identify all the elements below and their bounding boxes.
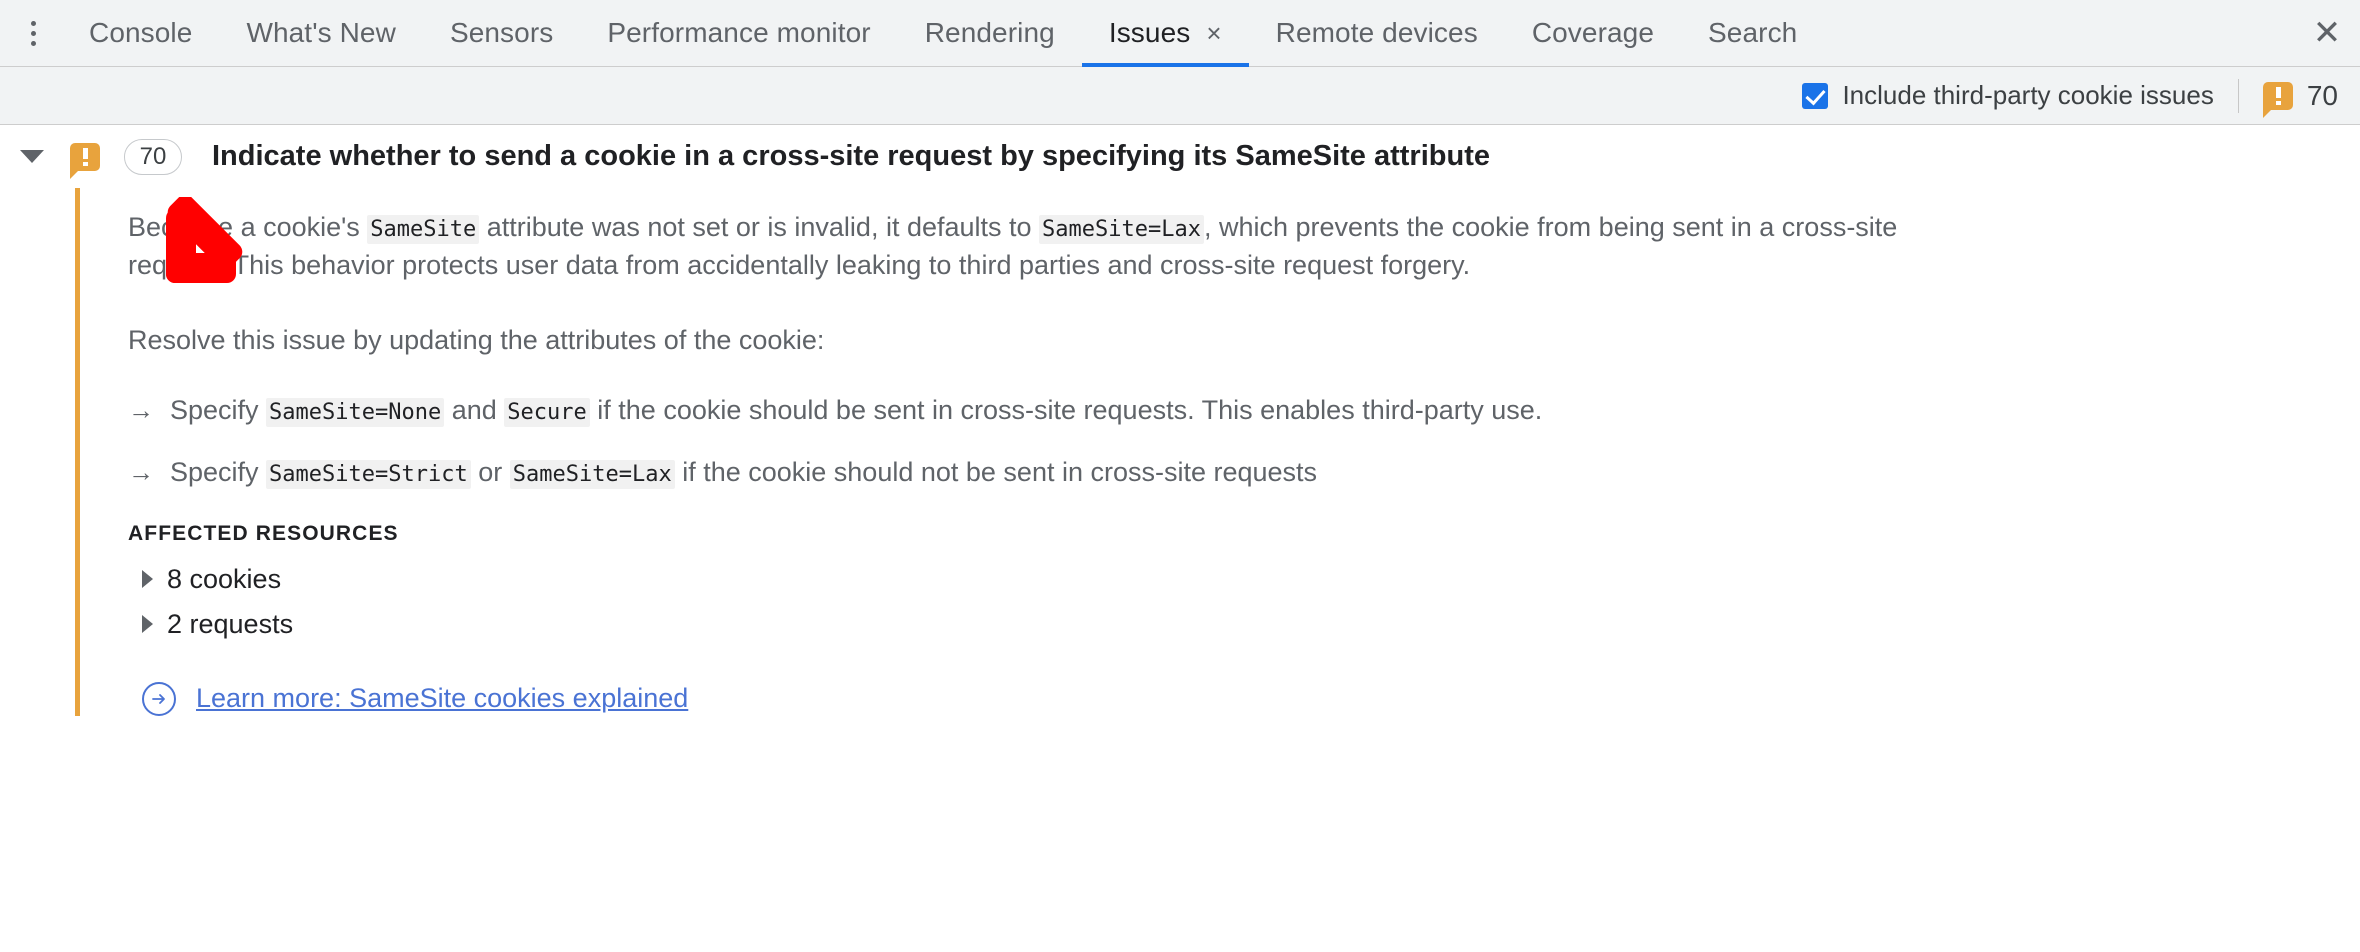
tab-search[interactable]: Search <box>1681 0 1824 67</box>
issue-title: Indicate whether to send a cookie in a c… <box>212 140 1490 172</box>
resolution-list: → Specify SameSite=None and Secure if th… <box>128 394 2360 489</box>
bullet0-text-1: Specify <box>170 394 267 425</box>
tab-coverage[interactable]: Coverage <box>1505 0 1681 67</box>
issue-header[interactable]: 70 Indicate whether to send a cookie in … <box>0 125 2360 188</box>
tab-sensors[interactable]: Sensors <box>423 0 580 67</box>
bullet1-text-1: Specify <box>170 456 267 487</box>
tab-label: Remote devices <box>1275 17 1478 48</box>
arrow-right-icon: → <box>128 394 154 425</box>
arrow-right-icon: → <box>128 456 154 487</box>
tab-remote-devices[interactable]: Remote devices <box>1249 0 1505 67</box>
bubble-tail <box>2262 108 2272 118</box>
bubble-tail <box>70 169 79 179</box>
learn-more-row[interactable]: Learn more: SameSite cookies explained <box>128 681 2360 716</box>
tab-whats-new[interactable]: What's New <box>219 0 423 67</box>
resolution-item-text: Specify SameSite=None and Secure if the … <box>170 394 1543 427</box>
desc-text-2: attribute was not set or is invalid, it … <box>479 212 1040 242</box>
code-samesite: SameSite <box>367 215 480 244</box>
tab-rendering[interactable]: Rendering <box>898 0 1082 67</box>
bullet1-text-3: if the cookie should not be sent in cros… <box>674 456 1318 487</box>
chevron-right-icon[interactable] <box>142 570 153 589</box>
affected-resource-cookies[interactable]: 8 cookies <box>128 564 2360 595</box>
affected-resource-requests[interactable]: 2 requests <box>128 609 2360 640</box>
tab-label: Sensors <box>449 17 554 48</box>
circle-arrow-right-icon <box>142 681 176 716</box>
code-secure: Secure <box>504 397 590 427</box>
dot <box>30 30 36 36</box>
more-vertical-icon[interactable] <box>10 10 56 56</box>
dot <box>30 20 36 26</box>
devtools-tabbar: Console What's New Sensors Performance m… <box>0 0 2360 67</box>
issue-description-paragraph: Because a cookie's SameSite attribute wa… <box>128 208 1978 285</box>
issue-entry: 70 Indicate whether to send a cookie in … <box>0 125 2360 716</box>
affected-resource-label: 2 requests <box>167 608 294 639</box>
tab-performance-monitor[interactable]: Performance monitor <box>580 0 897 67</box>
include-third-party-cookie-issues-checkbox[interactable]: Include third-party cookie issues <box>1802 80 2214 111</box>
tab-label: Console <box>89 17 193 48</box>
affected-resource-label: 8 cookies <box>167 563 282 594</box>
issue-count-badge: 70 <box>124 138 182 175</box>
desc-text-1: Because a cookie's <box>128 212 368 242</box>
tab-label: What's New <box>246 17 396 48</box>
warning-speech-bubble-icon <box>70 142 100 179</box>
code-samesite-lax-2: SameSite=Lax <box>509 459 675 489</box>
close-icon[interactable]: ✕ <box>2294 0 2360 67</box>
code-samesite-lax: SameSite=Lax <box>1039 215 1204 244</box>
tab-label: Rendering <box>924 17 1055 48</box>
tab-label: Performance monitor <box>607 17 871 48</box>
affected-resources-heading: AFFECTED RESOURCES <box>128 521 399 545</box>
checkbox-box[interactable] <box>1802 82 1829 109</box>
issue-count-value: 70 <box>2306 79 2338 111</box>
resolution-item-none-secure: → Specify SameSite=None and Secure if th… <box>128 394 2360 427</box>
tab-label: Search <box>1708 17 1798 48</box>
bullet0-text-2: and <box>444 394 505 425</box>
tab-close-icon[interactable]: × <box>1206 20 1221 46</box>
toolbar-divider <box>2237 78 2239 113</box>
issue-resolution-paragraph: Resolve this issue by updating the attri… <box>128 324 825 355</box>
code-samesite-none: SameSite=None <box>266 397 445 427</box>
issue-count-group: 70 <box>2262 79 2338 118</box>
issues-toolbar: Include third-party cookie issues 70 <box>0 67 2360 125</box>
dot <box>30 40 36 46</box>
tab-label: Coverage <box>1531 17 1655 48</box>
resolution-item-strict-lax: → Specify SameSite=Strict or SameSite=La… <box>128 456 2360 489</box>
chevron-down-icon[interactable] <box>20 150 44 163</box>
checkbox-label: Include third-party cookie issues <box>1842 80 2214 110</box>
resolution-item-text: Specify SameSite=Strict or SameSite=Lax … <box>170 456 1318 489</box>
tab-label: Issues <box>1108 17 1191 48</box>
chevron-right-icon[interactable] <box>142 615 153 634</box>
code-samesite-strict: SameSite=Strict <box>266 459 471 489</box>
bullet1-text-2: or <box>470 456 510 487</box>
learn-more-link[interactable]: Learn more: SameSite cookies explained <box>196 683 688 714</box>
warning-speech-bubble-icon <box>2262 81 2293 118</box>
tab-issues[interactable]: Issues × <box>1081 0 1249 67</box>
tab-console[interactable]: Console <box>62 0 219 67</box>
bullet0-text-3: if the cookie should be sent in cross-si… <box>589 394 1543 425</box>
issue-body: Because a cookie's SameSite attribute wa… <box>75 188 2360 716</box>
